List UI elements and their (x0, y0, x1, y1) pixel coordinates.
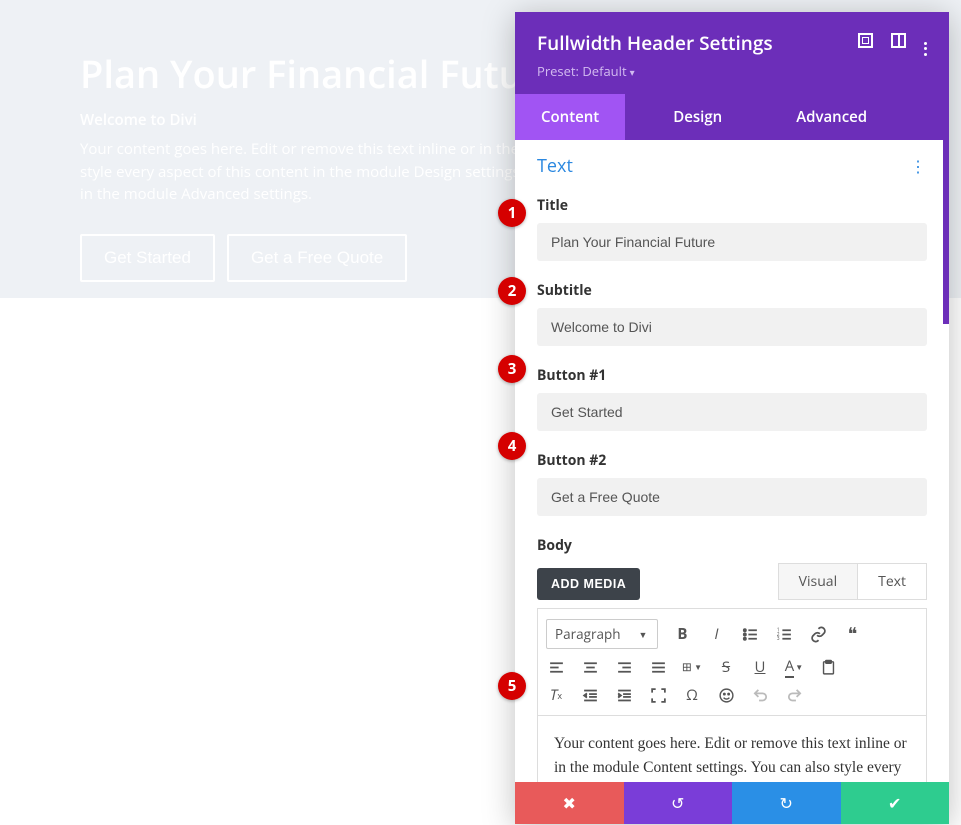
undo-arrow-icon: ↺ (671, 792, 684, 814)
panel-header: Fullwidth Header Settings Preset: Defaul… (515, 12, 949, 94)
title-input[interactable] (537, 223, 927, 261)
preset-dropdown[interactable]: Preset: Default▾ (537, 62, 927, 80)
settings-panel: Fullwidth Header Settings Preset: Defaul… (515, 12, 949, 824)
chevron-down-icon: ▾ (630, 65, 635, 79)
number-list-icon[interactable]: 123 (774, 624, 794, 644)
indent-icon[interactable] (614, 685, 634, 705)
title-label: Title (537, 196, 927, 215)
snap-icon[interactable] (891, 33, 906, 53)
panel-tabs: Content Design Advanced (515, 94, 949, 140)
annotation-3: 3 (498, 355, 526, 383)
special-char-icon[interactable]: Ω (682, 685, 702, 705)
fullscreen-icon[interactable] (648, 685, 668, 705)
button2-input[interactable] (537, 478, 927, 516)
link-icon[interactable] (808, 624, 828, 644)
chevron-down-icon: ▼ (639, 628, 648, 641)
align-justify-icon[interactable] (648, 657, 668, 677)
italic-icon[interactable]: I (706, 624, 726, 644)
redo-button[interactable]: ↻ (732, 782, 841, 824)
editor-tab-text[interactable]: Text (858, 564, 926, 599)
svg-text:3: 3 (777, 636, 780, 642)
annotation-4: 4 (498, 432, 526, 460)
paragraph-format-select[interactable]: Paragraph▼ (546, 619, 658, 649)
outdent-icon[interactable] (580, 685, 600, 705)
subtitle-input[interactable] (537, 308, 927, 346)
more-menu-icon[interactable] (924, 31, 927, 56)
button1-input[interactable] (537, 393, 927, 431)
close-icon: ✖ (563, 792, 576, 814)
tab-advanced[interactable]: Advanced (770, 94, 893, 140)
redo-arrow-icon: ↻ (780, 792, 793, 814)
subtitle-label: Subtitle (537, 281, 927, 300)
quote-icon[interactable]: ❝ (842, 624, 862, 644)
expand-icon[interactable] (858, 33, 873, 53)
annotation-2: 2 (498, 277, 526, 305)
bold-icon[interactable]: B (672, 624, 692, 644)
annotation-1: 1 (498, 199, 526, 227)
button2-label: Button #2 (537, 451, 927, 470)
align-right-icon[interactable] (614, 657, 634, 677)
panel-footer: ✖ ↺ ↻ ✔ (515, 782, 949, 824)
save-button[interactable]: ✔ (841, 782, 950, 824)
body-label: Body (537, 536, 927, 555)
text-color-icon[interactable]: A▼ (784, 657, 804, 677)
table-icon[interactable]: ▼ (682, 657, 702, 677)
clear-format-icon[interactable]: Tx (546, 685, 566, 705)
section-menu-icon[interactable]: ⋮ (910, 155, 927, 177)
scrollbar[interactable] (943, 140, 949, 324)
bullet-list-icon[interactable] (740, 624, 760, 644)
strikethrough-icon[interactable]: S (716, 657, 736, 677)
tab-content[interactable]: Content (515, 94, 625, 140)
annotation-5: 5 (498, 672, 526, 700)
tab-design[interactable]: Design (647, 94, 748, 140)
align-center-icon[interactable] (580, 657, 600, 677)
cancel-button[interactable]: ✖ (515, 782, 624, 824)
button1-label: Button #1 (537, 366, 927, 385)
preview-button-2[interactable]: Get a Free Quote (227, 234, 407, 282)
preview-button-1[interactable]: Get Started (80, 234, 215, 282)
undo-button[interactable]: ↺ (624, 782, 733, 824)
panel-title: Fullwidth Header Settings (537, 30, 773, 56)
add-media-button[interactable]: ADD MEDIA (537, 568, 640, 600)
underline-icon[interactable]: U (750, 657, 770, 677)
emoji-icon[interactable] (716, 685, 736, 705)
align-left-icon[interactable] (546, 657, 566, 677)
editor-mode-tabs: Visual Text (778, 563, 927, 600)
section-toggle-text[interactable]: Text (537, 154, 573, 178)
check-icon: ✔ (888, 792, 901, 814)
paste-icon[interactable] (818, 657, 838, 677)
panel-content: Text ⋮ Title Subtitle Button #1 Button #… (515, 140, 949, 824)
undo-icon[interactable] (750, 685, 770, 705)
redo-icon[interactable] (784, 685, 804, 705)
editor-toolbar: Paragraph▼ B I 123 ❝ ▼ S U A▼ (537, 608, 927, 716)
editor-tab-visual[interactable]: Visual (779, 564, 858, 599)
